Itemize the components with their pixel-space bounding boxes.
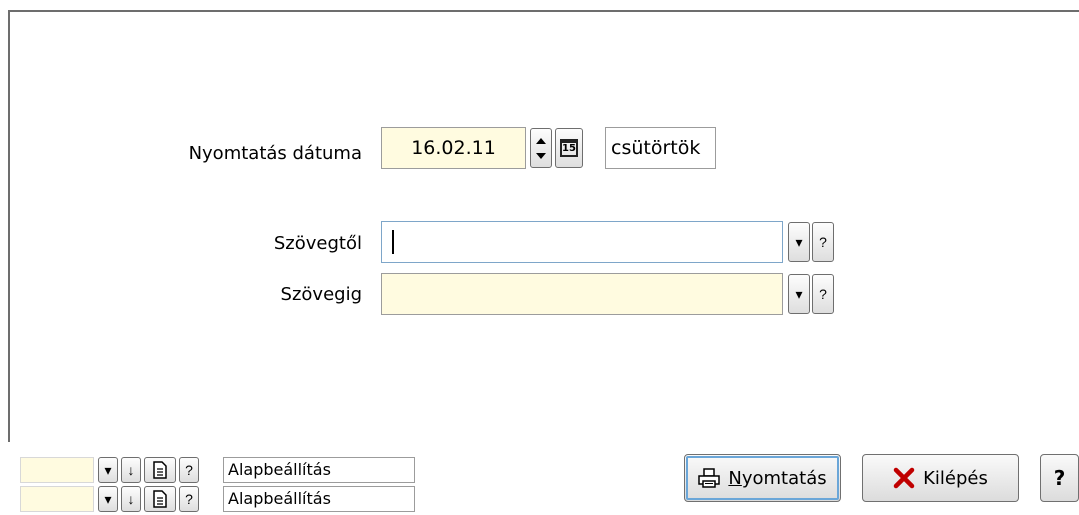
settings-color-swatch[interactable] [20, 486, 94, 512]
text-to-input[interactable] [381, 273, 783, 315]
print-date-field[interactable]: 16.02.11 [381, 127, 526, 169]
question-icon: ? [819, 234, 827, 250]
chevron-down-icon: ▾ [795, 233, 803, 250]
text-cursor [392, 230, 394, 254]
chevron-down-icon: ▾ [104, 461, 112, 478]
settings-dropdown-button[interactable]: ▾ [98, 457, 118, 483]
weekday-value: csütörtök [611, 137, 701, 159]
arrow-down-icon: ↓ [127, 491, 135, 507]
document-icon [153, 490, 167, 508]
text-to-dropdown-button[interactable]: ▾ [788, 274, 810, 314]
question-icon: ? [185, 462, 193, 478]
settings-dropdown-button[interactable]: ▾ [98, 486, 118, 512]
text-from-help-button[interactable]: ? [812, 222, 834, 262]
settings-name: Alapbeállítás [228, 489, 331, 508]
settings-help-button[interactable]: ? [179, 457, 199, 483]
spin-up-icon[interactable] [536, 137, 546, 144]
settings-document-button[interactable] [144, 457, 176, 483]
settings-name-field[interactable]: Alapbeállítás [223, 486, 415, 512]
date-spinner[interactable] [530, 128, 552, 168]
settings-name-field[interactable]: Alapbeállítás [223, 457, 415, 483]
close-icon [893, 467, 915, 489]
calendar-button[interactable]: 15 [555, 128, 583, 168]
chevron-down-icon: ▾ [795, 285, 803, 302]
question-icon: ? [185, 491, 193, 507]
settings-move-down-button[interactable]: ↓ [121, 486, 141, 512]
arrow-down-icon: ↓ [127, 462, 135, 478]
text-from-dropdown-button[interactable]: ▾ [788, 222, 810, 262]
settings-move-down-button[interactable]: ↓ [121, 457, 141, 483]
exit-button[interactable]: Kilépés [862, 454, 1019, 502]
calendar-icon: 15 [560, 139, 578, 157]
weekday-field: csütörtök [605, 127, 716, 169]
text-from-input[interactable] [381, 221, 783, 263]
chevron-down-icon: ▾ [104, 490, 112, 507]
print-mnemonic: N [728, 467, 742, 489]
question-icon: ? [1053, 466, 1066, 490]
print-date-value: 16.02.11 [411, 137, 496, 159]
print-label-rest: yomtatás [741, 467, 827, 489]
print-date-label: Nyomtatás dátuma [188, 143, 362, 164]
text-from-label: Szövegtől [273, 233, 362, 254]
settings-document-button[interactable] [144, 486, 176, 512]
document-icon [153, 461, 167, 479]
text-to-label: Szövegig [280, 284, 362, 305]
exit-button-label: Kilépés [923, 467, 988, 489]
question-icon: ? [819, 286, 827, 302]
help-button[interactable]: ? [1040, 454, 1079, 502]
spin-down-icon[interactable] [536, 152, 546, 159]
settings-help-button[interactable]: ? [179, 486, 199, 512]
print-button-label: Nyomtatás [728, 468, 826, 489]
text-to-help-button[interactable]: ? [812, 274, 834, 314]
settings-color-swatch[interactable] [20, 457, 94, 483]
settings-name: Alapbeállítás [228, 460, 331, 479]
print-button[interactable]: Nyomtatás [684, 454, 841, 502]
printer-icon [698, 468, 721, 488]
